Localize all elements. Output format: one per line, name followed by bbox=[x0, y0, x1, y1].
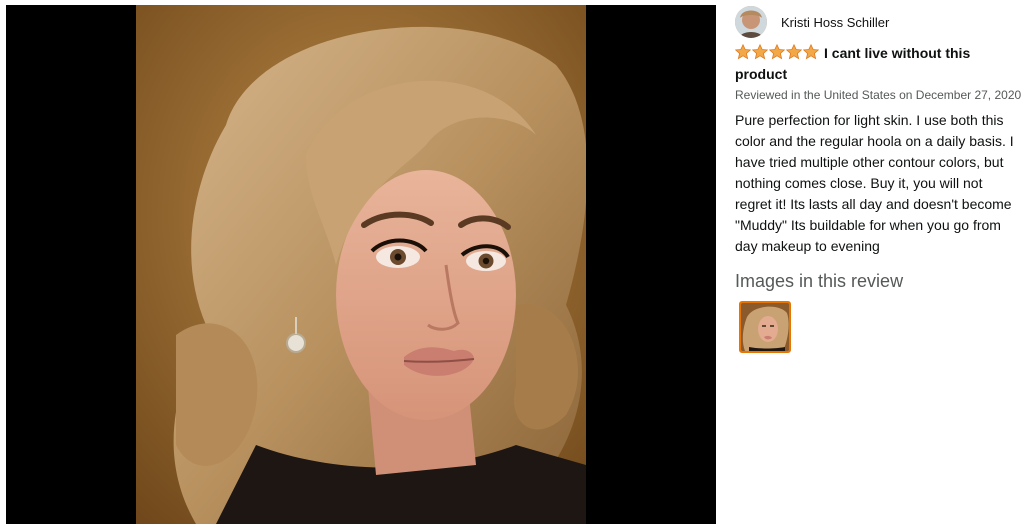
review-image-thumbnail[interactable] bbox=[739, 301, 791, 353]
review-photo-large bbox=[136, 5, 586, 524]
avatar[interactable] bbox=[735, 6, 767, 38]
review-panel: Kristi Hoss Schiller I cant live without… bbox=[735, 5, 1024, 353]
star-icon bbox=[769, 44, 785, 60]
reviewer-name[interactable]: Kristi Hoss Schiller bbox=[781, 15, 889, 30]
star-icon bbox=[752, 44, 768, 60]
star-icon bbox=[735, 44, 751, 60]
review-headline: I cant live without this product bbox=[735, 43, 1024, 85]
review-date: Reviewed in the United States on Decembe… bbox=[735, 88, 1022, 102]
review-body: Pure perfection for light skin. I use bo… bbox=[735, 112, 1014, 254]
reviewer-profile[interactable]: Kristi Hoss Schiller bbox=[735, 5, 1024, 39]
star-icon bbox=[786, 44, 802, 60]
images-heading: Images in this review bbox=[735, 271, 904, 291]
star-rating bbox=[735, 44, 820, 60]
image-viewer bbox=[6, 5, 716, 524]
star-icon bbox=[803, 44, 819, 60]
